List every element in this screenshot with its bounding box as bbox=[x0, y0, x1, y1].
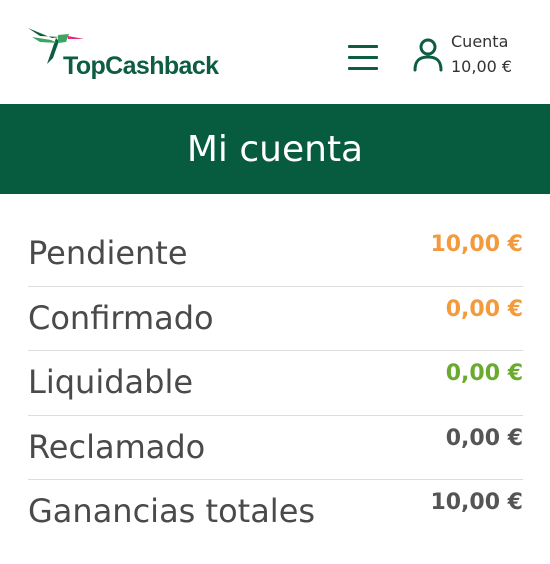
hamburger-menu-icon-line bbox=[348, 56, 378, 59]
earnings-label: Ganancias totales bbox=[28, 492, 316, 530]
menu-button[interactable] bbox=[346, 40, 380, 72]
earnings-summary-list: Pendiente 10,00 € Confirmado 0,00 € Liqu… bbox=[28, 222, 523, 545]
earnings-row-confirmed: Confirmado 0,00 € bbox=[28, 287, 523, 351]
user-account-icon bbox=[413, 38, 443, 72]
earnings-row-pending: Pendiente 10,00 € bbox=[28, 222, 523, 287]
earnings-row-total: Ganancias totales 10,00 € bbox=[28, 480, 523, 545]
earnings-value: 0,00 € bbox=[445, 296, 523, 322]
account-balance: 10,00 € bbox=[451, 57, 513, 76]
earnings-value: 10,00 € bbox=[430, 490, 523, 515]
earnings-value: 0,00 € bbox=[445, 361, 523, 386]
earnings-label: Confirmado bbox=[28, 298, 214, 337]
page-title: Mi cuenta bbox=[186, 128, 364, 170]
page-title-banner: Mi cuenta bbox=[0, 104, 550, 194]
logo-text: TopCashback bbox=[63, 52, 219, 80]
hamburger-menu-icon bbox=[348, 45, 378, 48]
hamburger-menu-icon-line bbox=[348, 67, 378, 70]
earnings-row-payable: Liquidable 0,00 € bbox=[28, 351, 523, 416]
topcashback-logo[interactable]: TopCashback bbox=[26, 24, 219, 84]
account-button[interactable]: Cuenta 10,00 € bbox=[410, 30, 530, 84]
earnings-label: Reclamado bbox=[28, 427, 206, 466]
site-header: TopCashback Cuenta 10,00 € bbox=[0, 0, 550, 104]
earnings-value: 10,00 € bbox=[430, 232, 523, 257]
earnings-label: Liquidable bbox=[28, 363, 194, 401]
earnings-row-claimed: Reclamado 0,00 € bbox=[28, 416, 523, 480]
account-label: Cuenta bbox=[451, 32, 509, 51]
earnings-value: 0,00 € bbox=[445, 425, 523, 451]
earnings-label: Pendiente bbox=[28, 234, 188, 272]
